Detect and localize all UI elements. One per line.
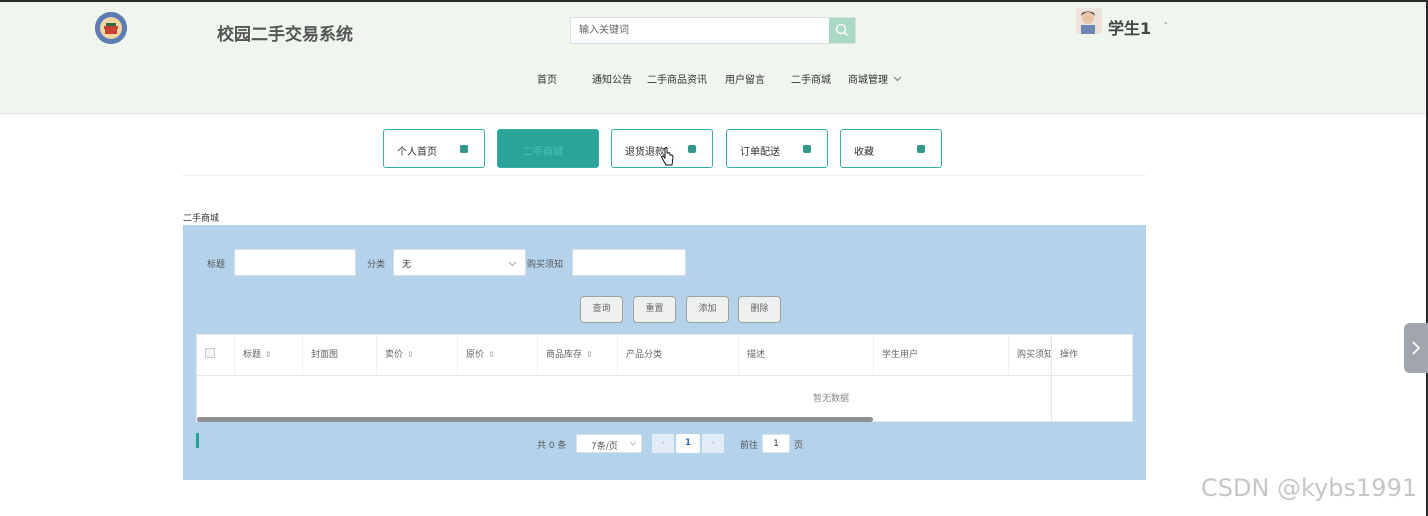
site-logo[interactable]: [95, 12, 127, 44]
hand-cursor-icon: [661, 147, 674, 166]
table-header-cover: 封面图: [303, 335, 377, 376]
shopping-bag-icon: [688, 145, 696, 153]
chevron-down-icon: [629, 441, 637, 446]
nav-item-shop-manage-label: 商城管理: [848, 75, 888, 86]
tab-favorites[interactable]: 收藏: [840, 129, 942, 168]
select-all-checkbox[interactable]: [205, 348, 215, 358]
main-nav: 首页 通知公告 二手商品资讯 用户留言 二手商城 商城管理: [0, 71, 1426, 87]
shopping-bag-icon: [803, 145, 811, 153]
table-header-description: 描述: [739, 335, 874, 376]
tab-personal-home[interactable]: 个人首页: [383, 129, 485, 168]
shopping-bag-icon: [460, 145, 468, 153]
tab-label: 个人首页: [397, 147, 437, 158]
fixed-column-divider: [1051, 335, 1052, 421]
column-label: 学生用户: [882, 350, 919, 360]
tab-order-delivery[interactable]: 订单配送: [726, 129, 828, 168]
table-header-price[interactable]: 卖价 ⇕: [377, 335, 458, 376]
table-header-actions: 操作: [1052, 335, 1132, 376]
chevron-down-icon: [508, 261, 517, 267]
column-label: 标题: [243, 350, 262, 360]
chevron-right-icon: [1412, 341, 1421, 355]
nav-item-shop-manage[interactable]: 商城管理: [848, 71, 902, 86]
delete-button[interactable]: 删除: [738, 296, 781, 323]
filter-category-select[interactable]: 无: [393, 249, 526, 276]
page-suffix: 页: [794, 441, 804, 451]
horizontal-scrollbar[interactable]: [197, 417, 873, 422]
column-label: 购买须知: [1017, 350, 1052, 360]
site-title: 校园二手交易系统: [217, 25, 353, 45]
filter-notice-label: 购买须知: [527, 260, 564, 270]
search-box: [570, 17, 856, 44]
nav-item-notice[interactable]: 通知公告: [592, 71, 632, 86]
shopping-bag-icon: [917, 145, 925, 153]
sort-icon: ⇕: [488, 350, 495, 359]
search-button[interactable]: [829, 18, 855, 43]
sort-icon: ⇕: [265, 350, 272, 359]
tab-label: 订单配送: [740, 147, 780, 158]
table-header-stock[interactable]: 商品库存 ⇕: [538, 335, 618, 376]
table-header-select: [197, 335, 235, 376]
nav-item-shop[interactable]: 二手商城: [791, 71, 831, 86]
goto-page-input[interactable]: 1: [762, 434, 790, 453]
nav-item-messages[interactable]: 用户留言: [725, 71, 765, 86]
column-label: 原价: [466, 350, 485, 360]
column-label: 描述: [747, 350, 766, 360]
page-size-select[interactable]: 7条/页: [576, 434, 642, 453]
reset-button[interactable]: 重置: [633, 296, 676, 323]
watermark: CSDN @kybs1991: [1201, 474, 1418, 502]
filter-category-label: 分类: [367, 260, 386, 270]
column-label: 产品分类: [626, 350, 663, 360]
side-expand-button[interactable]: [1404, 323, 1428, 373]
user-name[interactable]: 学生1: [1108, 15, 1151, 39]
query-button[interactable]: 查询: [580, 296, 623, 323]
column-label: 卖价: [385, 350, 404, 360]
table-header-original-price[interactable]: 原价 ⇕: [458, 335, 538, 376]
pagination-total: 共 0 条: [537, 441, 567, 451]
table-header-notice: 购买须知: [1009, 335, 1052, 376]
column-label: 操作: [1060, 350, 1079, 360]
column-label: 商品库存: [546, 350, 583, 360]
tab-label: 退货退款: [625, 147, 665, 158]
filter-notice-input[interactable]: [572, 249, 686, 276]
column-label: 封面图: [311, 350, 339, 360]
nav-item-news[interactable]: 二手商品资讯: [647, 71, 707, 86]
search-input[interactable]: [571, 18, 831, 43]
goto-label: 前往: [740, 441, 759, 451]
tab-label: 二手商城: [523, 147, 563, 158]
sort-icon: ⇕: [407, 350, 414, 359]
filter-title-label: 标题: [207, 260, 226, 270]
sort-icon: ⇕: [586, 350, 593, 359]
prev-page-button[interactable]: ‹: [652, 434, 674, 453]
tab-label: 收藏: [854, 147, 874, 158]
current-page[interactable]: 1: [676, 434, 700, 453]
next-page-button[interactable]: ›: [702, 434, 724, 453]
user-avatar[interactable]: [1076, 8, 1102, 34]
search-icon: [835, 23, 848, 36]
table-header-student-user: 学生用户: [874, 335, 1009, 376]
section-title: 二手商城: [183, 214, 220, 224]
data-table: 标题 ⇕ 封面图 卖价 ⇕ 原价 ⇕ 商品库存 ⇕ 产品分类 描述 学生用户 购买须知 …: [196, 334, 1133, 422]
filter-title-input[interactable]: [234, 249, 356, 276]
empty-placeholder: 暂无数据: [812, 394, 849, 404]
table-header-title[interactable]: 标题 ⇕: [235, 335, 303, 376]
nav-item-home[interactable]: 首页: [537, 71, 557, 86]
table-header-category: 产品分类: [618, 335, 739, 376]
divider: [182, 175, 1146, 176]
tab-second-hand-shop[interactable]: 二手商城: [497, 129, 599, 168]
category-select-value: 无: [402, 260, 412, 270]
add-button[interactable]: 添加: [686, 296, 729, 323]
user-menu-caret[interactable]: -: [1164, 18, 1168, 29]
header: 校园二手交易系统 学生1 - 首页 通知公告 二手商品资讯 用户留言 二手商城 …: [0, 2, 1426, 114]
accent-bar: [196, 433, 199, 448]
page-size-value: 7条/页: [591, 442, 618, 452]
chevron-down-icon: [893, 76, 902, 82]
